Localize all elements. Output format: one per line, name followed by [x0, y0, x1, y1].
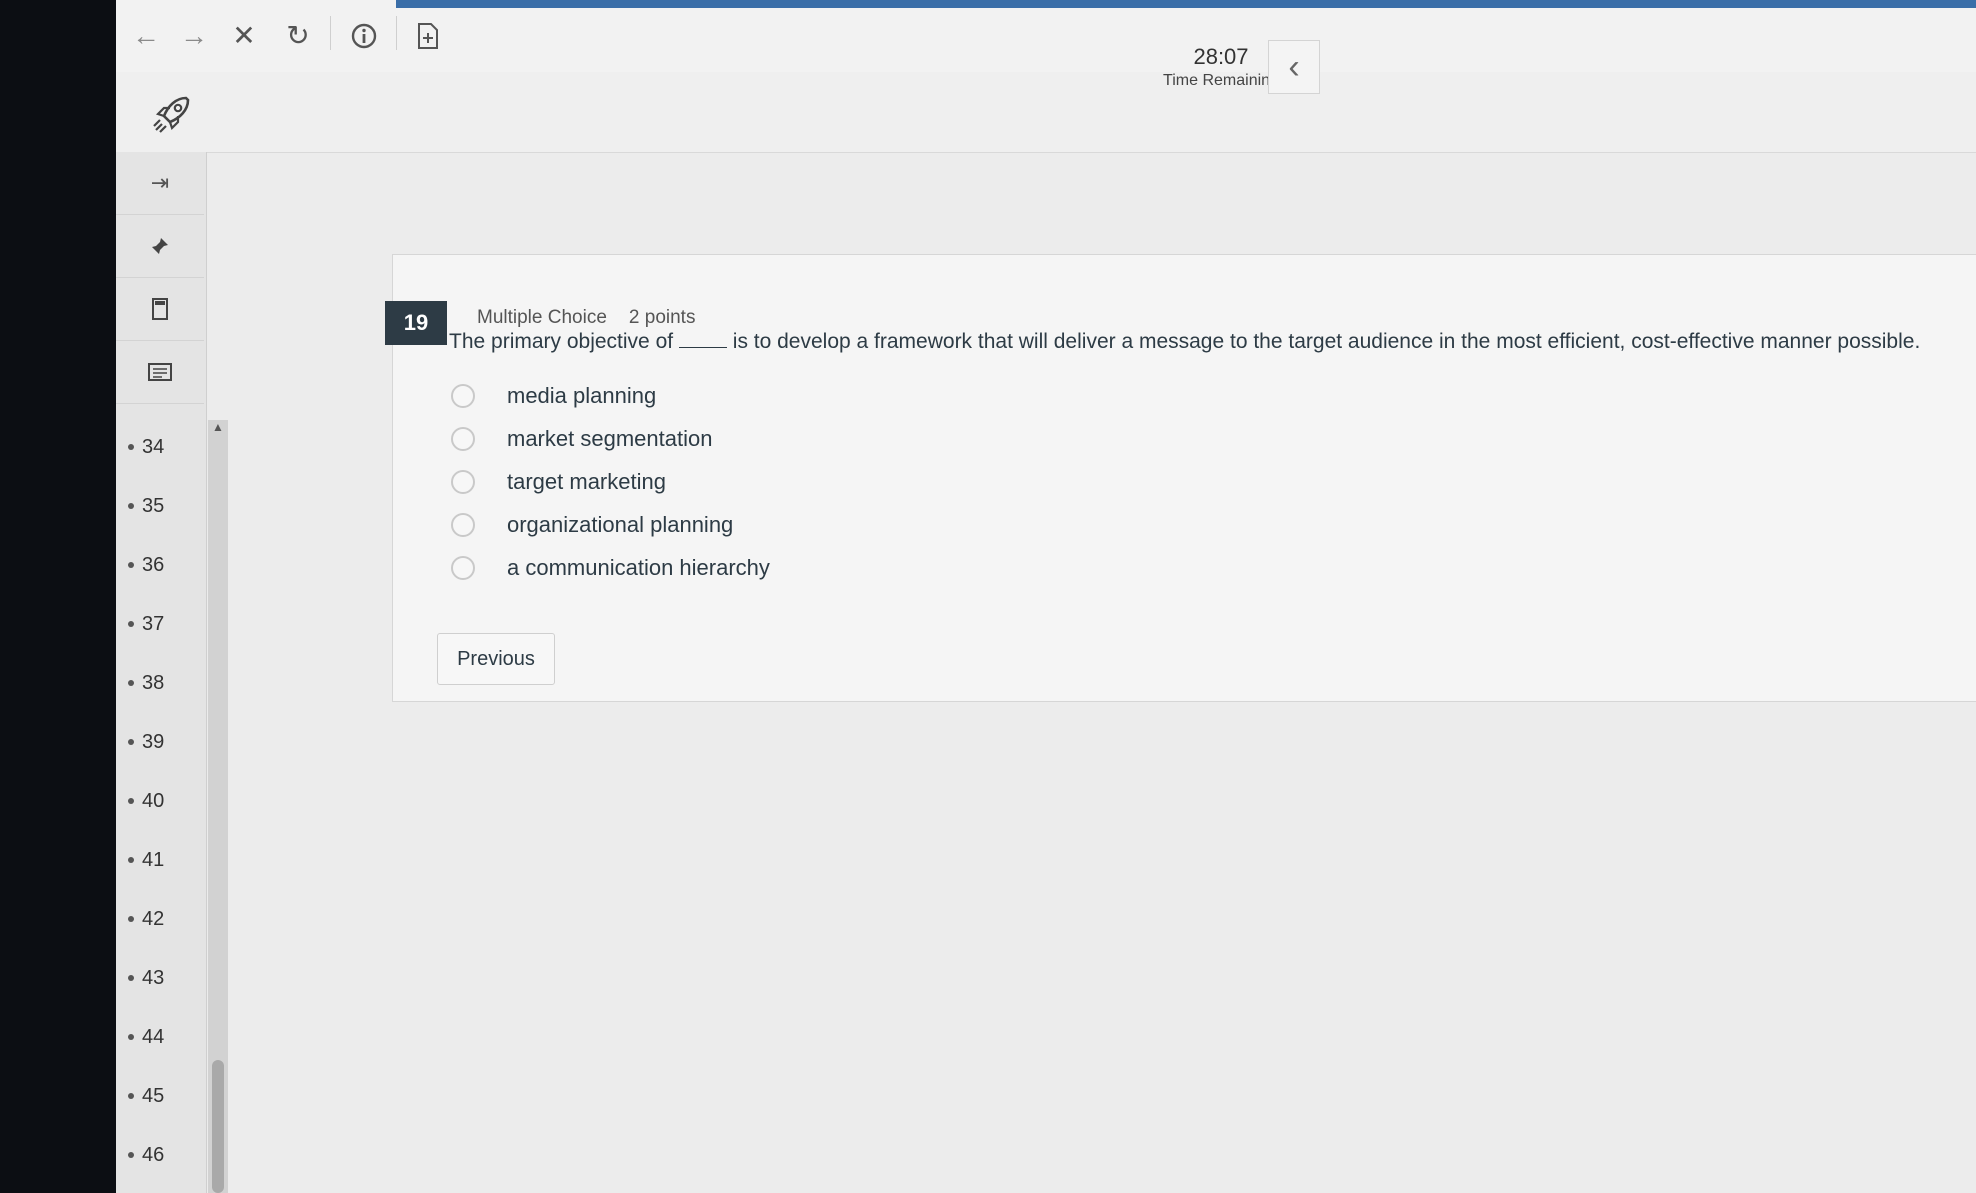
status-dot — [128, 562, 134, 568]
radio-button[interactable] — [451, 513, 475, 537]
question-navigator: ⇥ 34 35 36 37 38 39 40 41 42 43 44 45 46 — [116, 152, 207, 1193]
browser-toolbar: ← → ✕ ↻ — [116, 0, 1976, 73]
answer-option[interactable]: market segmentation — [451, 422, 712, 456]
question-meta: Multiple Choice 2 points — [477, 307, 717, 329]
pin-icon[interactable] — [116, 215, 204, 278]
question-points: 2 points — [628, 307, 696, 328]
nav-question-41[interactable]: 41 — [128, 840, 188, 880]
nav-question-45[interactable]: 45 — [128, 1076, 188, 1116]
option-label: market segmentation — [507, 426, 713, 451]
status-dot — [128, 1093, 134, 1099]
answer-option[interactable]: media planning — [451, 379, 656, 413]
status-dot — [128, 1034, 134, 1040]
question-text: The primary objective of is to develop a… — [449, 329, 1969, 354]
scroll-up-arrow-icon[interactable]: ▲ — [208, 420, 228, 438]
status-dot — [128, 1152, 134, 1158]
nav-question-37[interactable]: 37 — [128, 604, 188, 644]
nav-question-36[interactable]: 36 — [128, 545, 188, 585]
quiz-app: ← → ✕ ↻ 28:07 Time Remaining ‹ ⇥ 34 35 3… — [116, 0, 1976, 1193]
scrollbar-thumb[interactable] — [212, 1060, 224, 1193]
nav-question-38[interactable]: 38 — [128, 663, 188, 703]
nav-question-43[interactable]: 43 — [128, 958, 188, 998]
collapse-panel-button[interactable]: ‹ — [1268, 40, 1320, 94]
back-arrow-icon[interactable]: ← — [128, 18, 164, 54]
radio-button[interactable] — [451, 427, 475, 451]
option-label: target marketing — [507, 469, 666, 494]
navigator-scrollbar[interactable] — [208, 420, 228, 1193]
notes-icon[interactable] — [116, 341, 204, 404]
radio-button[interactable] — [451, 384, 475, 408]
expand-icon[interactable]: ⇥ — [116, 152, 204, 215]
option-label: media planning — [507, 383, 657, 408]
answer-option[interactable]: a communication hierarchy — [451, 551, 770, 585]
rocket-icon — [150, 92, 194, 136]
nav-question-42[interactable]: 42 — [128, 899, 188, 939]
question-card: 19 Multiple Choice 2 points The primary o… — [385, 254, 1976, 702]
chevron-left-icon: ‹ — [1288, 47, 1300, 86]
option-label: a communication hierarchy — [507, 555, 770, 580]
screen-bezel — [0, 0, 120, 1193]
answer-blank — [678, 329, 727, 348]
question-text-end: is to develop a framework that will deli… — [732, 330, 1921, 353]
status-dot — [128, 975, 134, 981]
nav-question-34[interactable]: 34 — [128, 427, 188, 467]
toolbar-separator — [396, 16, 397, 50]
nav-question-39[interactable]: 39 — [128, 722, 188, 762]
close-icon[interactable]: ✕ — [226, 18, 262, 54]
status-dot — [128, 444, 134, 450]
reload-icon[interactable]: ↻ — [280, 18, 316, 54]
previous-button[interactable]: Previous — [437, 633, 555, 685]
answer-option[interactable]: target marketing — [451, 465, 666, 499]
status-dot — [128, 739, 134, 745]
forward-arrow-icon[interactable]: → — [176, 18, 212, 54]
question-text-start: The primary objective of — [449, 330, 674, 353]
toolbar-separator — [330, 16, 331, 50]
status-dot — [128, 798, 134, 804]
radio-button[interactable] — [451, 470, 475, 494]
page-load-bar — [396, 0, 1976, 8]
status-dot — [128, 680, 134, 686]
info-icon[interactable] — [346, 18, 382, 54]
nav-question-46[interactable]: 46 — [128, 1135, 188, 1175]
nav-question-35[interactable]: 35 — [128, 486, 188, 526]
option-label: organizational planning — [507, 512, 734, 537]
status-dot — [128, 916, 134, 922]
quiz-header — [116, 72, 1976, 153]
nav-question-44[interactable]: 44 — [128, 1017, 188, 1057]
answer-option[interactable]: organizational planning — [451, 508, 733, 542]
question-type: Multiple Choice — [477, 307, 607, 328]
bookmark-icon[interactable] — [116, 278, 204, 341]
document-plus-icon[interactable] — [410, 18, 446, 54]
status-dot — [128, 857, 134, 863]
nav-question-40[interactable]: 40 — [128, 781, 188, 821]
status-dot — [128, 621, 134, 627]
question-number-badge: 19 — [385, 301, 447, 345]
status-dot — [128, 503, 134, 509]
radio-button[interactable] — [451, 556, 475, 580]
